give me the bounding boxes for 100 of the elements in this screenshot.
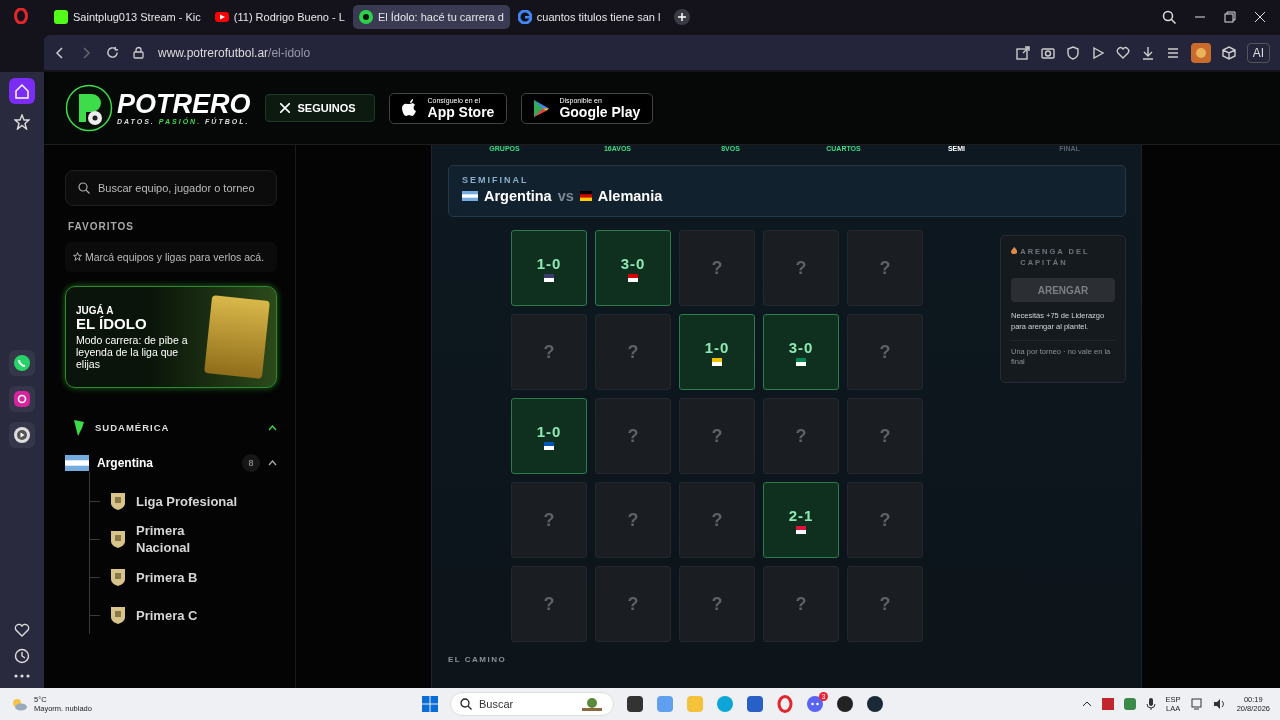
player-button[interactable] bbox=[9, 422, 35, 448]
apple-icon bbox=[401, 99, 418, 117]
chevron-icon[interactable] bbox=[268, 424, 277, 431]
score-text: 1-0 bbox=[704, 338, 730, 356]
shield-tray-icon[interactable] bbox=[1123, 698, 1136, 710]
play-logo-icon bbox=[214, 9, 229, 24]
play-store-icon bbox=[534, 99, 550, 117]
back-icon[interactable] bbox=[54, 46, 66, 59]
share-icon[interactable] bbox=[1015, 45, 1030, 60]
browser-tab[interactable]: (11) Rodrigo Bueno - L bbox=[208, 4, 351, 29]
section-title: EL CAMINO bbox=[448, 655, 508, 664]
star-icon[interactable] bbox=[14, 114, 30, 130]
flag-icon bbox=[796, 357, 806, 366]
camera-icon[interactable] bbox=[1040, 45, 1055, 60]
lock-icon[interactable] bbox=[133, 46, 144, 59]
app-tray-icon[interactable] bbox=[1101, 698, 1114, 710]
plus-icon[interactable] bbox=[678, 12, 687, 21]
flame-icon bbox=[1011, 246, 1018, 255]
result-tile[interactable]: 1-0 bbox=[511, 230, 587, 306]
search-icon bbox=[78, 182, 90, 194]
promo-text: Modo carrera: de pibe a leyenda de la liga que elijas bbox=[76, 333, 189, 370]
league-badge-icon bbox=[110, 530, 126, 548]
follow-button[interactable]: SEGUINOS bbox=[264, 94, 375, 122]
flag-icon bbox=[462, 191, 478, 201]
flag-icon bbox=[796, 525, 806, 534]
star-icon bbox=[73, 252, 82, 261]
continent-icon bbox=[73, 419, 85, 436]
whatsapp-button[interactable] bbox=[9, 350, 35, 376]
search-field[interactable]: Buscar equipo, jugador o torneo bbox=[65, 170, 277, 206]
result-tile[interactable]: 3-0 bbox=[763, 314, 839, 390]
player-icon bbox=[13, 426, 31, 444]
address-field[interactable]: www.potrerofutbol.ar/el-idolo bbox=[158, 45, 311, 60]
logo-text: POTRERO bbox=[117, 91, 251, 118]
weather-icon bbox=[10, 697, 28, 711]
volume-icon[interactable] bbox=[1212, 698, 1227, 710]
search-icon bbox=[460, 698, 472, 710]
league-item[interactable]: Primera Nacional bbox=[136, 522, 216, 556]
restore-icon[interactable] bbox=[1224, 10, 1236, 23]
home-icon bbox=[14, 83, 30, 99]
flag-icon bbox=[544, 441, 554, 450]
result-tile[interactable]: 2-1 bbox=[763, 482, 839, 558]
opera-icon[interactable] bbox=[776, 695, 794, 713]
result-tile[interactable]: 3-0 bbox=[595, 230, 671, 306]
opera-logo-icon[interactable] bbox=[14, 8, 28, 24]
league-item[interactable]: Liga Profesional bbox=[136, 492, 256, 510]
flag-icon bbox=[65, 455, 89, 471]
result-tile[interactable]: 1-0 bbox=[679, 314, 755, 390]
score-text: 3-0 bbox=[788, 338, 814, 356]
league-item[interactable]: Primera B bbox=[136, 568, 216, 586]
new-tab-button[interactable] bbox=[674, 8, 691, 25]
chat-app-icon[interactable] bbox=[806, 695, 824, 713]
chevron-up-icon[interactable] bbox=[1081, 701, 1092, 707]
score-text: 1-0 bbox=[536, 422, 562, 440]
count-badge: 8 bbox=[242, 454, 260, 472]
promo-banner[interactable]: JUGÁ A EL ÍDOLO Modo carrera: de pibe a leyenda de la liga que elijas bbox=[65, 286, 277, 388]
play-icon[interactable] bbox=[1090, 45, 1105, 60]
league-item[interactable]: Primera C bbox=[136, 606, 216, 624]
heart-icon[interactable] bbox=[14, 622, 30, 638]
browser-tab[interactable]: Saintplug013 Stream - Kic bbox=[48, 4, 207, 29]
flag-icon bbox=[628, 273, 638, 282]
heart-icon[interactable] bbox=[1115, 45, 1130, 60]
flag-icon bbox=[712, 357, 722, 366]
region-title[interactable]: SUDAMÉRICA bbox=[95, 422, 258, 433]
logo-icon bbox=[65, 84, 113, 132]
menu-icon[interactable] bbox=[1165, 45, 1180, 60]
section-title: FAVORITOS bbox=[68, 221, 135, 232]
promo-title: EL ÍDOLO bbox=[76, 315, 148, 332]
whatsapp-icon bbox=[13, 354, 31, 372]
team-name: Alemania bbox=[597, 188, 663, 204]
browser-tab[interactable]: El Ídolo: hacé tu carrera d bbox=[352, 4, 510, 29]
shield-icon[interactable] bbox=[1065, 45, 1080, 60]
network-icon[interactable] bbox=[1190, 698, 1203, 710]
clock-icon[interactable] bbox=[14, 648, 30, 664]
cube-icon[interactable] bbox=[1221, 45, 1236, 60]
team-name: Argentina bbox=[484, 188, 552, 204]
avatar-icon[interactable] bbox=[1190, 42, 1211, 63]
download-icon[interactable] bbox=[1140, 45, 1155, 60]
close-icon[interactable] bbox=[1254, 10, 1266, 23]
tree-icon bbox=[580, 697, 604, 711]
ai-button[interactable]: AI bbox=[1246, 42, 1270, 63]
search-icon[interactable] bbox=[1162, 9, 1176, 24]
chevron-icon[interactable] bbox=[268, 460, 277, 466]
instagram-button[interactable] bbox=[9, 386, 35, 412]
league-badge-icon bbox=[110, 492, 126, 510]
score-text: 3-0 bbox=[620, 254, 646, 272]
reload-icon[interactable] bbox=[106, 46, 119, 59]
country-item[interactable]: Argentina bbox=[97, 456, 234, 470]
favorites-hint: Marcá equipos y ligas para verlos acá. bbox=[84, 251, 265, 263]
score-text: 1-0 bbox=[536, 254, 562, 272]
browser-tab[interactable]: cuantos titulos tiene san l bbox=[511, 4, 667, 29]
home-button[interactable] bbox=[9, 78, 35, 104]
taskbar-search-field[interactable]: Buscar bbox=[450, 692, 614, 716]
forward-icon[interactable] bbox=[80, 46, 92, 59]
score-text: 2-1 bbox=[788, 506, 814, 524]
more-icon[interactable] bbox=[14, 674, 30, 678]
microphone-icon[interactable] bbox=[1145, 698, 1156, 710]
league-badge-icon bbox=[110, 568, 126, 586]
result-tile[interactable]: 1-0 bbox=[511, 398, 587, 474]
promo-kicker: JUGÁ A bbox=[76, 304, 115, 316]
g-logo-icon bbox=[517, 9, 532, 24]
